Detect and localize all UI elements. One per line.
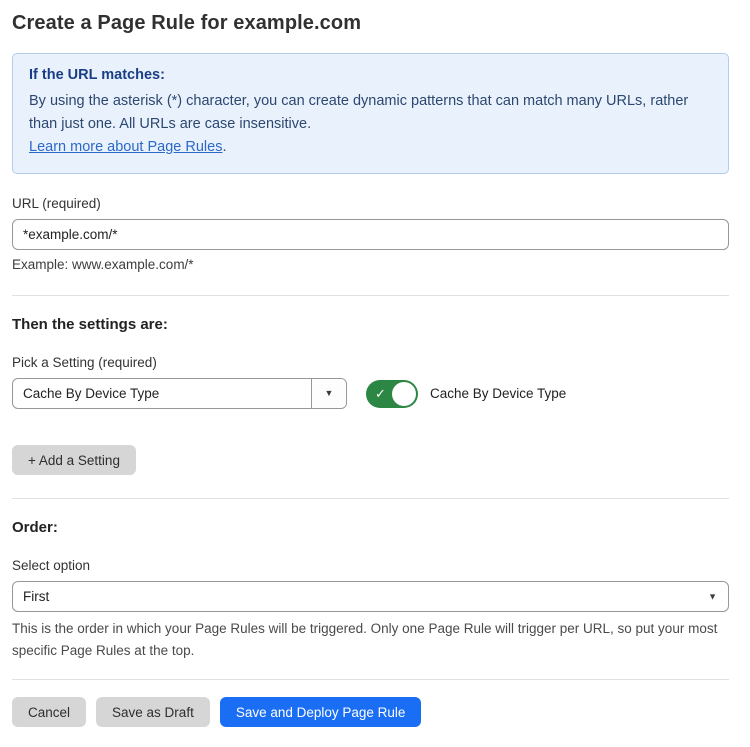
- url-match-info-box: If the URL matches: By using the asteris…: [12, 53, 729, 174]
- url-example-helper: Example: www.example.com/*: [12, 257, 729, 272]
- order-helper-text: This is the order in which your Page Rul…: [12, 618, 727, 662]
- page-rule-form: Create a Page Rule for example.com If th…: [0, 0, 750, 747]
- learn-more-link[interactable]: Learn more about Page Rules: [29, 139, 222, 155]
- divider: [12, 498, 729, 499]
- info-link-line: Learn more about Page Rules.: [29, 136, 712, 159]
- setting-dropdown-value: Cache By Device Type: [13, 379, 311, 408]
- url-field-label: URL (required): [12, 196, 729, 211]
- save-as-draft-button[interactable]: Save as Draft: [96, 697, 210, 727]
- checkmark-icon: ✓: [375, 387, 386, 400]
- pick-setting-label: Pick a Setting (required): [12, 355, 729, 370]
- order-select-value: First: [23, 589, 49, 604]
- url-input[interactable]: [12, 219, 729, 250]
- chevron-down-icon: ▼: [708, 592, 717, 601]
- cache-by-device-type-toggle[interactable]: ✓: [366, 380, 418, 408]
- page-title: Create a Page Rule for example.com: [12, 10, 729, 36]
- footer-actions: Cancel Save as Draft Save and Deploy Pag…: [12, 697, 729, 727]
- setting-dropdown[interactable]: Cache By Device Type ▼: [12, 378, 347, 409]
- toggle-label: Cache By Device Type: [430, 386, 566, 401]
- select-option-label: Select option: [12, 558, 729, 573]
- setting-row: Cache By Device Type ▼ ✓ Cache By Device…: [12, 378, 729, 409]
- order-select[interactable]: First ▼: [12, 581, 729, 612]
- divider: [12, 679, 729, 680]
- order-section-heading: Order:: [12, 519, 729, 536]
- divider: [12, 295, 729, 296]
- save-and-deploy-button[interactable]: Save and Deploy Page Rule: [220, 697, 422, 727]
- setting-dropdown-arrow-button[interactable]: ▼: [311, 379, 346, 408]
- toggle-knob: [392, 382, 416, 406]
- chevron-down-icon: ▼: [325, 389, 334, 398]
- link-suffix: .: [222, 139, 226, 155]
- cancel-button[interactable]: Cancel: [12, 697, 86, 727]
- add-setting-button[interactable]: + Add a Setting: [12, 445, 136, 475]
- settings-section-heading: Then the settings are:: [12, 316, 729, 333]
- info-box-body: By using the asterisk (*) character, you…: [29, 90, 712, 136]
- info-box-heading: If the URL matches:: [29, 67, 712, 83]
